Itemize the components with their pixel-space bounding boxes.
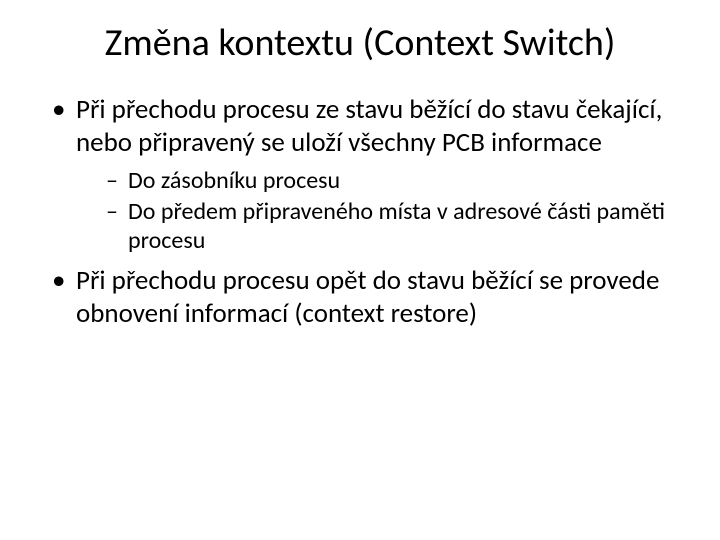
bullet-list: Při přechodu procesu ze stavu běžící do …	[40, 94, 680, 332]
list-item: Do zásobníku procesu	[106, 166, 680, 195]
list-item: Do předem připraveného místa v adresové …	[106, 197, 680, 256]
bullet-text: Do zásobníku procesu	[128, 166, 340, 195]
slide: Změna kontextu (Context Switch) Při přec…	[0, 0, 720, 540]
sub-bullet-list: Do zásobníku procesu Do předem připraven…	[76, 166, 680, 256]
list-item: Při přechodu procesu opět do stavu běžíc…	[50, 265, 680, 331]
slide-title: Změna kontextu (Context Switch)	[40, 22, 680, 66]
bullet-text: Do předem připraveného místa v adresové …	[128, 197, 665, 255]
bullet-text: Při přechodu procesu opět do stavu běžíc…	[76, 264, 659, 330]
list-item: Při přechodu procesu ze stavu běžící do …	[50, 94, 680, 256]
bullet-text: Při přechodu procesu ze stavu běžící do …	[76, 93, 662, 159]
